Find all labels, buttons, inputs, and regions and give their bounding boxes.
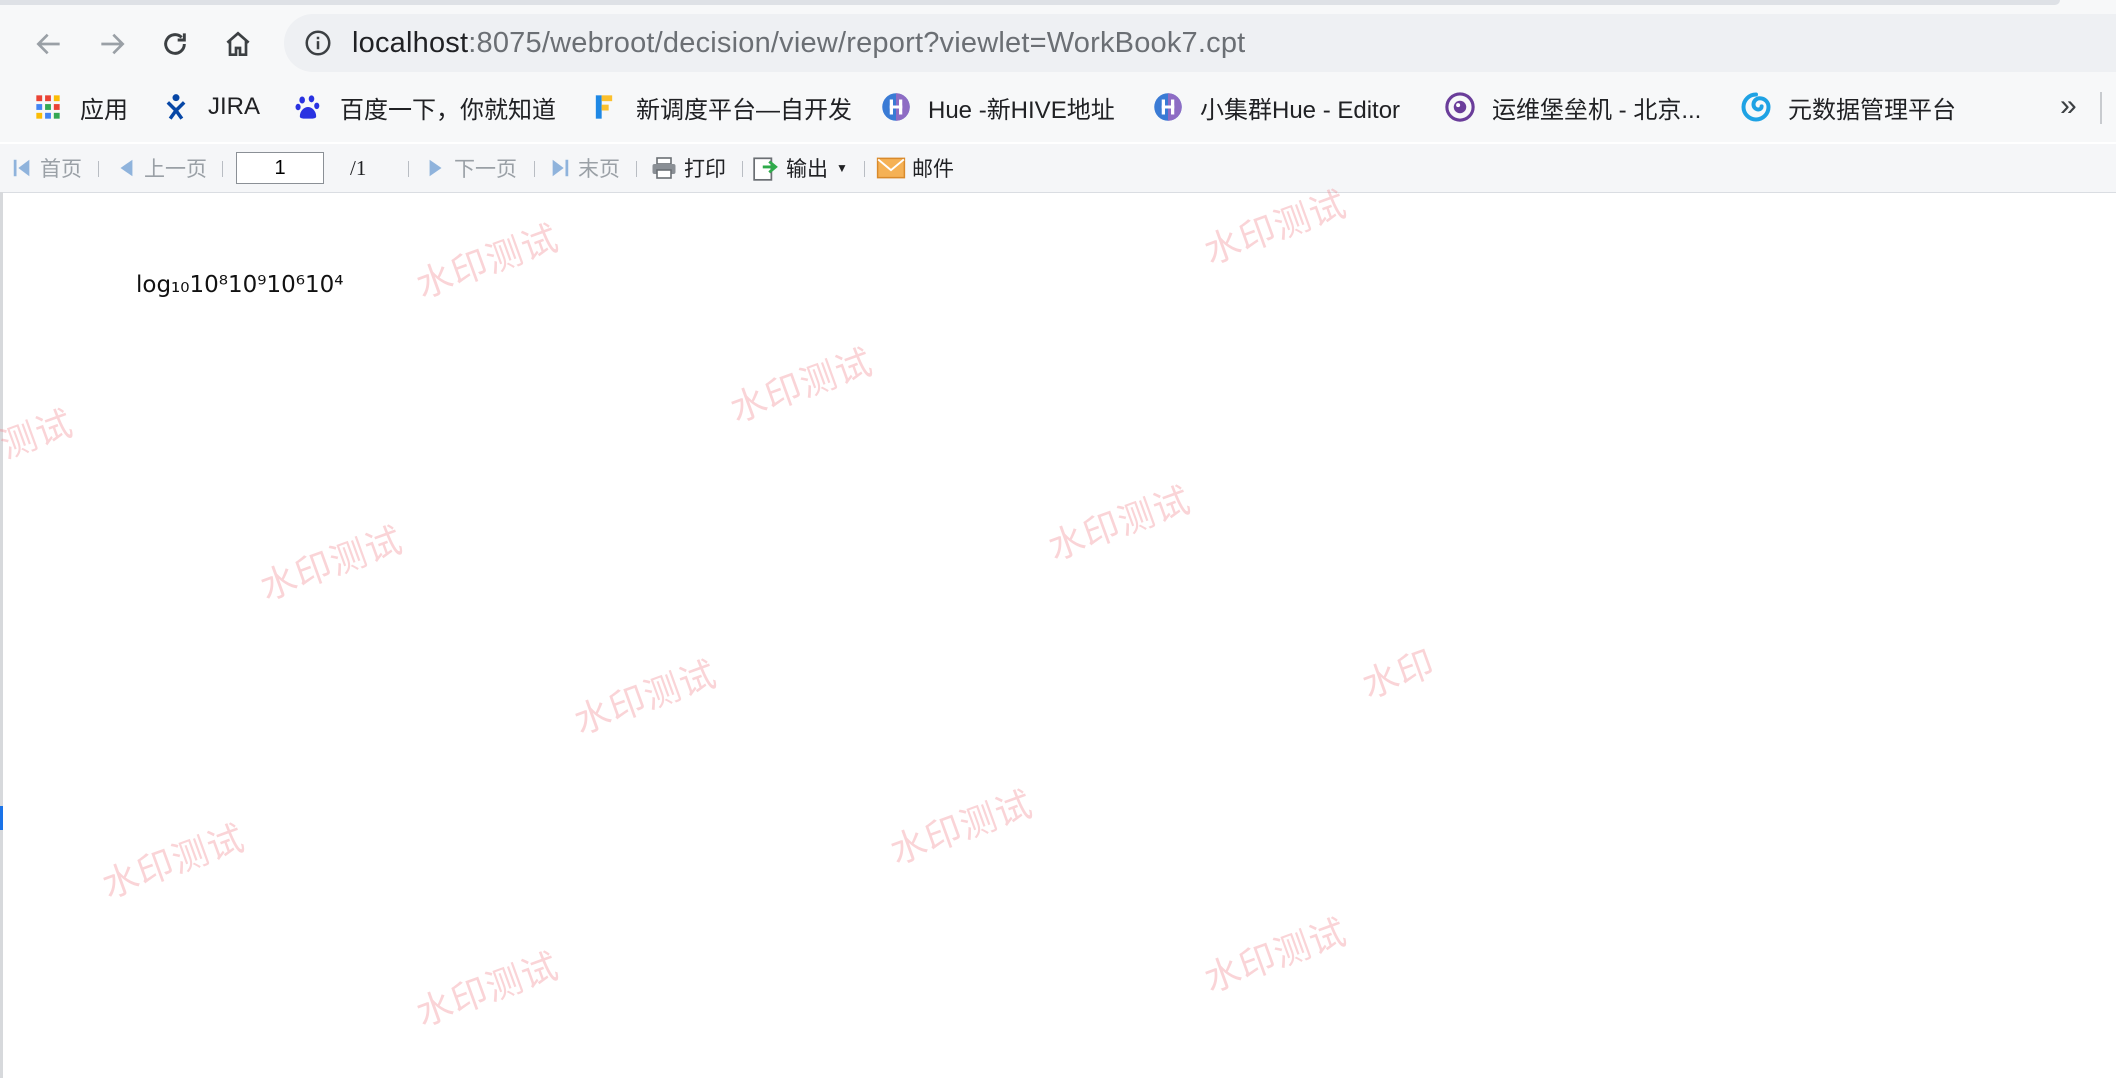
- eye-logo-icon: [1444, 91, 1476, 123]
- bookmark-label: Hue -新HIVE地址: [928, 96, 1115, 124]
- export-icon: [752, 156, 780, 181]
- address-bar[interactable]: localhost:8075/webroot/decision/view/rep…: [284, 14, 2116, 72]
- reload-button[interactable]: [153, 22, 197, 66]
- info-icon[interactable]: [302, 27, 334, 59]
- toolbar-divider: [408, 161, 409, 177]
- email-label: 邮件: [912, 158, 954, 181]
- bookmark-hue-editor[interactable]: 小集群Hue - Editor: [1152, 84, 1400, 130]
- bookmark-jira[interactable]: JIRA: [160, 84, 260, 130]
- report-cell-text: log₁₀10⁸10⁹10⁶10⁴: [136, 272, 344, 298]
- export-label: 输出: [786, 158, 828, 181]
- bookmark-label: JIRA: [208, 93, 261, 120]
- url-path: :8075/webroot/decision/view/report?viewl…: [468, 26, 1246, 59]
- back-arrow-icon: [36, 33, 60, 55]
- bookmark-baidu[interactable]: 百度一下，你就知道: [292, 84, 556, 130]
- watermark: 水印测试: [884, 782, 1038, 873]
- bookmark-label: 应用: [80, 96, 128, 124]
- bookmark-apps[interactable]: 应用: [32, 84, 128, 130]
- hue-icon: [1152, 91, 1184, 123]
- bookmark-label: 小集群Hue - Editor: [1200, 96, 1401, 124]
- toolbar-divider: [742, 161, 743, 177]
- bookmark-label: 百度一下，你就知道: [340, 96, 556, 124]
- caret-down-icon: ▼: [836, 161, 848, 175]
- export-button[interactable]: 输出 ▼: [752, 144, 848, 192]
- watermark: 测试: [0, 402, 79, 467]
- swirl-logo-icon: [1740, 91, 1772, 123]
- toolbar-divider: [864, 161, 865, 177]
- next-page-icon: [424, 156, 448, 180]
- last-page-icon: [548, 156, 572, 180]
- bookmarks-divider: [2100, 92, 2102, 124]
- home-button[interactable]: [216, 22, 260, 66]
- print-button[interactable]: 打印: [650, 144, 726, 192]
- bookmark-label: 元数据管理平台: [1788, 96, 1956, 124]
- watermark: 水印测试: [254, 518, 408, 609]
- jira-icon: [160, 91, 192, 123]
- prev-page-button[interactable]: 上一页: [114, 144, 207, 192]
- browser-chrome: localhost:8075/webroot/decision/view/rep…: [0, 0, 2116, 142]
- watermark: 水印测试: [410, 216, 564, 307]
- print-label: 打印: [684, 158, 726, 181]
- forward-arrow-icon: [101, 33, 125, 55]
- back-button[interactable]: [27, 22, 71, 66]
- bookmarks-overflow-button[interactable]: »: [2060, 84, 2077, 128]
- url-text[interactable]: localhost:8075/webroot/decision/view/rep…: [352, 27, 1245, 60]
- url-host: localhost: [352, 26, 469, 59]
- last-page-button[interactable]: 末页: [548, 144, 620, 192]
- bookmark-metadata[interactable]: 元数据管理平台: [1740, 84, 1956, 130]
- mail-envelope-icon: [876, 156, 906, 180]
- watermark: 水印测试: [724, 340, 878, 431]
- watermark: 水印测试: [568, 652, 722, 743]
- bookmark-bastion[interactable]: 运维堡垒机 - 北京...: [1444, 84, 1701, 130]
- printer-icon: [650, 156, 678, 180]
- page-number-input[interactable]: [236, 152, 324, 184]
- prev-page-label: 上一页: [144, 158, 207, 181]
- bookmark-scheduler[interactable]: 新调度平台—自开发: [588, 84, 852, 130]
- next-page-label: 下一页: [454, 158, 517, 181]
- bookmark-hue-hive[interactable]: Hue -新HIVE地址: [880, 84, 1115, 130]
- hue-icon: [880, 91, 912, 123]
- baidu-paw-icon: [292, 91, 324, 123]
- left-window-edge-mark: [0, 806, 3, 830]
- apps-grid-icon: [32, 91, 64, 123]
- watermark: 水印测试: [1042, 478, 1196, 569]
- home-icon: [226, 31, 250, 56]
- last-page-label: 末页: [578, 158, 620, 181]
- page-total: /1: [350, 156, 367, 180]
- reload-icon: [164, 33, 186, 55]
- watermark: 水印测试: [96, 816, 250, 907]
- toolbar-divider: [222, 161, 223, 177]
- next-page-button[interactable]: 下一页: [424, 144, 517, 192]
- prev-page-icon: [114, 156, 138, 180]
- toolbar-divider: [636, 161, 637, 177]
- watermark: 水印测试: [410, 944, 564, 1035]
- bookmark-label: 新调度平台—自开发: [636, 96, 852, 124]
- first-page-button[interactable]: 首页: [10, 144, 82, 192]
- forward-button[interactable]: [90, 22, 134, 66]
- first-page-icon: [10, 156, 34, 180]
- left-window-edge: [0, 192, 3, 1078]
- watermark: 水印: [1356, 642, 1441, 707]
- first-page-label: 首页: [40, 158, 82, 181]
- toolbar-divider: [98, 161, 99, 177]
- watermark: 水印测试: [1198, 910, 1352, 1001]
- bookmarks-bar: 应用 JIRA 百度一下，你就知道 新调度平台—自开发 Hue -新HIVE地址: [0, 84, 2116, 130]
- toolbar-divider: [534, 161, 535, 177]
- email-button[interactable]: 邮件: [876, 144, 954, 192]
- bookmark-label: 运维堡垒机 - 北京...: [1492, 96, 1702, 124]
- tab-strip: [0, 0, 2060, 5]
- f-logo-icon: [588, 91, 620, 123]
